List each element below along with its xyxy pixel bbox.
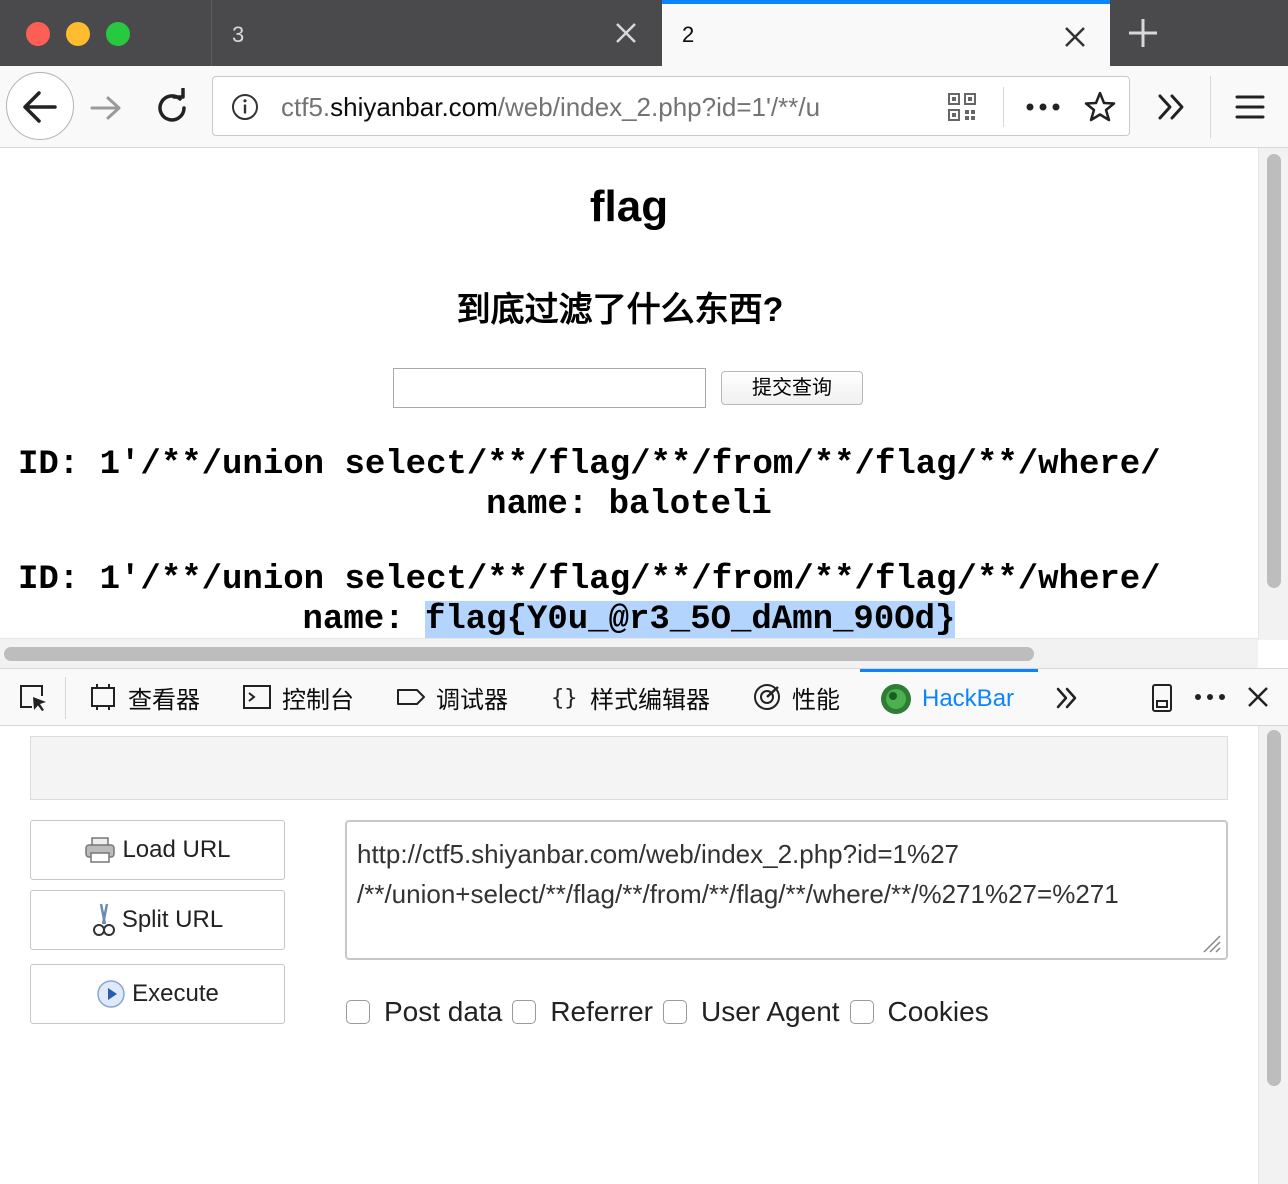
name-label: name: — [486, 486, 609, 524]
bookmark-star-icon[interactable] — [1083, 90, 1117, 124]
result-name-line: name: baloteli — [0, 486, 1258, 524]
tab-hackbar[interactable]: HackBar — [860, 669, 1038, 725]
tab-title: 2 — [682, 22, 695, 47]
url-host: shiyanbar.com — [330, 92, 498, 122]
post-data-checkbox[interactable] — [346, 1000, 370, 1024]
cookies-label: Cookies — [887, 996, 989, 1027]
url-textarea[interactable]: http://ctf5.shiyanbar.com/web/index_2.ph… — [345, 820, 1228, 960]
arrow-left-icon — [23, 91, 57, 123]
navigation-bar: ctf5.shiyanbar.com/web/index_2.php?id=1'… — [0, 66, 1288, 148]
tab-performance[interactable]: 性能 — [752, 669, 840, 725]
result-name-line: name: flag{Y0u_@r3_5O_dAmn_90Od} — [0, 601, 1258, 638]
tab-label: 性能 — [792, 686, 840, 714]
cookies-checkbox[interactable] — [849, 1000, 874, 1024]
tab-label: 调试器 — [436, 686, 508, 714]
url-bar[interactable]: ctf5.shiyanbar.com/web/index_2.php?id=1'… — [212, 76, 1130, 136]
user-agent-checkbox[interactable] — [663, 1000, 688, 1024]
window-minimize-button[interactable] — [66, 22, 90, 46]
page-horizontal-scrollbar[interactable] — [0, 638, 1258, 668]
load-url-button[interactable]: Load URL — [30, 820, 285, 880]
post-data-label: Post data — [384, 996, 503, 1027]
navbar-divider — [1210, 76, 1211, 138]
more-tabs-icon[interactable] — [1054, 685, 1080, 711]
hackbar-panel: Load URL Split URL Execute http://ctf5.s… — [0, 726, 1258, 1184]
page-subtitle: 到底过滤了什么东西? — [456, 291, 784, 329]
close-icon[interactable] — [613, 20, 639, 46]
result-id-line: ID: 1'/**/union select/**/flag/**/from/*… — [18, 561, 1161, 599]
hamburger-menu-icon[interactable] — [1234, 92, 1266, 122]
scrollbar-thumb[interactable] — [1267, 154, 1281, 588]
new-tab-button[interactable] — [1126, 16, 1160, 50]
name-value: baloteli — [608, 486, 772, 524]
scissors-icon — [92, 903, 115, 936]
devtools-menu-icon[interactable] — [1194, 687, 1226, 707]
printer-icon — [85, 837, 116, 863]
page-title: flag — [589, 182, 669, 231]
tab-2[interactable]: 2 — [662, 0, 1110, 66]
reload-button[interactable] — [152, 88, 192, 128]
tab-label: 控制台 — [282, 686, 354, 714]
devtools-toolbar: 查看器 控制台 调试器 {} 样式编辑器 性能 HackBar — [0, 668, 1288, 726]
tab-style-editor[interactable]: {} 样式编辑器 — [550, 669, 710, 725]
name-label: name: — [302, 601, 425, 638]
resize-grip-icon[interactable] — [1200, 932, 1222, 954]
tab-label: 样式编辑器 — [590, 686, 710, 714]
tab-console[interactable]: 控制台 — [242, 669, 354, 725]
forward-button[interactable] — [86, 88, 126, 128]
url-text[interactable]: ctf5.shiyanbar.com/web/index_2.php?id=1'… — [281, 92, 881, 123]
console-icon — [243, 685, 271, 709]
flag-value: flag{Y0u_@r3_5O_dAmn_90Od} — [424, 601, 956, 638]
debugger-icon — [397, 689, 425, 705]
style-editor-icon: {} — [551, 686, 578, 711]
element-picker-icon[interactable] — [18, 683, 48, 713]
tab-title: 3 — [232, 22, 245, 47]
close-devtools-icon[interactable] — [1246, 685, 1270, 709]
window-close-button[interactable] — [26, 22, 50, 46]
button-label: Load URL — [122, 836, 231, 863]
tab-bar: 3 2 — [0, 0, 1288, 66]
result-id-line: ID: 1'/**/union select/**/flag/**/from/*… — [18, 446, 1161, 484]
hackbar-options: Post data Referrer User Agent Cookies — [346, 996, 999, 1028]
scrollbar-thumb[interactable] — [1267, 730, 1281, 1086]
execute-button[interactable]: Execute — [30, 964, 285, 1024]
back-button[interactable] — [6, 72, 74, 140]
user-agent-label: User Agent — [701, 996, 840, 1027]
page-content: flag 到底过滤了什么东西? 提交查询 ID: 1'/**/union sel… — [0, 148, 1258, 638]
referrer-checkbox[interactable] — [512, 1000, 537, 1024]
hackbar-menu-area — [30, 736, 1228, 800]
url-path: /web/index_2.php?id=1'/**/u — [497, 92, 821, 122]
more-actions-icon[interactable] — [1025, 97, 1061, 117]
inspector-icon — [91, 684, 115, 710]
info-icon[interactable] — [231, 93, 259, 121]
url-prefix: ctf5. — [281, 92, 331, 122]
page-vertical-scrollbar[interactable] — [1258, 148, 1288, 640]
tab-label: 查看器 — [128, 686, 200, 714]
tab-label: HackBar — [922, 684, 1015, 712]
performance-icon — [754, 684, 780, 710]
split-url-button[interactable]: Split URL — [30, 890, 285, 950]
overflow-menu-icon[interactable] — [1154, 90, 1190, 124]
svg-text:{}: {} — [551, 686, 578, 711]
id-input[interactable] — [393, 368, 706, 408]
qr-code-icon[interactable] — [947, 92, 977, 122]
tab-debugger[interactable]: 调试器 — [396, 669, 508, 725]
button-label: Execute — [132, 980, 219, 1007]
window-zoom-button[interactable] — [106, 22, 130, 46]
url-bar-divider — [1003, 87, 1004, 127]
play-icon — [97, 980, 125, 1008]
referrer-label: Referrer — [550, 996, 654, 1027]
tab-3[interactable]: 3 — [211, 0, 661, 66]
responsive-design-icon[interactable] — [1150, 683, 1174, 713]
toolbar-divider — [65, 677, 66, 719]
button-label: Split URL — [121, 906, 224, 933]
scrollbar-thumb[interactable] — [4, 647, 1034, 661]
close-icon[interactable] — [1062, 24, 1088, 50]
tab-inspector[interactable]: 查看器 — [88, 669, 200, 725]
panel-vertical-scrollbar[interactable] — [1258, 726, 1288, 1184]
submit-query-button[interactable]: 提交查询 — [721, 371, 863, 405]
hackbar-icon — [881, 683, 911, 714]
